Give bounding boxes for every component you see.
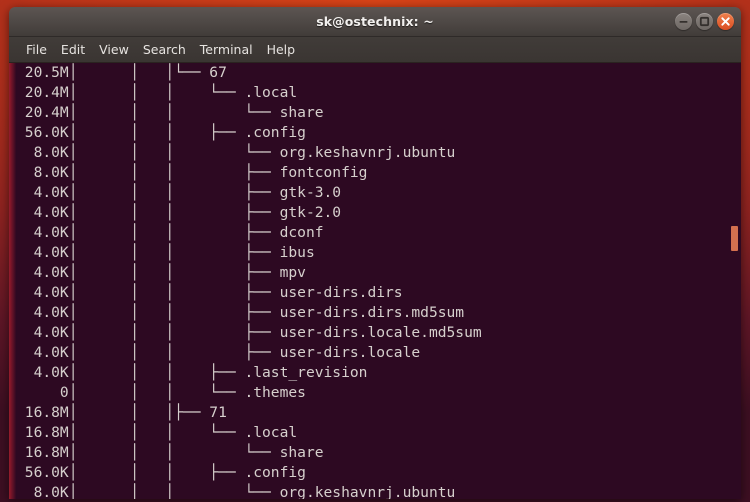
terminal-line: 4.0K│ │ │ ├── .last_revision bbox=[16, 363, 482, 383]
terminal-line: 8.0K│ │ │ ├── fontconfig bbox=[16, 163, 482, 183]
menu-item-help[interactable]: Help bbox=[260, 40, 303, 59]
terminal-line: 56.0K│ │ │ ├── .config bbox=[16, 463, 482, 483]
terminal-line: 20.4M│ │ │ └── .local bbox=[16, 83, 482, 103]
terminal-scrollbar-thumb[interactable] bbox=[731, 226, 738, 251]
terminal-line: 4.0K│ │ │ ├── ibus bbox=[16, 243, 482, 263]
close-icon bbox=[717, 13, 734, 30]
maximize-icon bbox=[696, 13, 713, 30]
menu-item-search[interactable]: Search bbox=[136, 40, 193, 59]
minimize-button[interactable] bbox=[675, 13, 692, 30]
terminal-line: 4.0K│ │ │ ├── dconf bbox=[16, 223, 482, 243]
menu-item-view[interactable]: View bbox=[92, 40, 136, 59]
minimize-icon bbox=[675, 13, 692, 30]
terminal-line: 16.8M│ │ │├── 71 bbox=[16, 403, 482, 423]
terminal-line: 4.0K│ │ │ ├── user-dirs.dirs bbox=[16, 283, 482, 303]
menu-item-terminal[interactable]: Terminal bbox=[193, 40, 260, 59]
terminal-line: 4.0K│ │ │ ├── user-dirs.locale.md5sum bbox=[16, 323, 482, 343]
terminal-output: 20.5M│ │ │└── 67 20.4M│ │ │ └── .local 2… bbox=[9, 63, 482, 499]
terminal-line: 4.0K│ │ │ ├── mpv bbox=[16, 263, 482, 283]
window-title: sk@ostechnix: ~ bbox=[9, 7, 741, 36]
terminal-line: 4.0K│ │ │ ├── gtk-3.0 bbox=[16, 183, 482, 203]
terminal-window: sk@ostechnix: ~ File Edit View Sear bbox=[9, 7, 741, 499]
window-controls bbox=[675, 13, 734, 30]
terminal-line: 4.0K│ │ │ ├── user-dirs.dirs.md5sum bbox=[16, 303, 482, 323]
close-button[interactable] bbox=[717, 13, 734, 30]
maximize-button[interactable] bbox=[696, 13, 713, 30]
terminal-line: 8.0K│ │ │ └── org.keshavnrj.ubuntu bbox=[16, 143, 482, 163]
terminal-line: 16.8M│ │ │ └── share bbox=[16, 443, 482, 463]
terminal-line: 20.5M│ │ │└── 67 bbox=[16, 63, 482, 83]
menu-item-file[interactable]: File bbox=[19, 40, 54, 59]
window-titlebar[interactable]: sk@ostechnix: ~ bbox=[9, 7, 741, 37]
terminal-line: 8.0K│ │ │ └── org.keshavnrj.ubuntu bbox=[16, 483, 482, 499]
terminal-line: 4.0K│ │ │ ├── gtk-2.0 bbox=[16, 203, 482, 223]
terminal-screen[interactable]: 20.5M│ │ │└── 67 20.4M│ │ │ └── .local 2… bbox=[9, 63, 741, 499]
terminal-line: 20.4M│ │ │ └── share bbox=[16, 103, 482, 123]
menu-item-edit[interactable]: Edit bbox=[54, 40, 92, 59]
terminal-line: 0│ │ │ └── .themes bbox=[16, 383, 482, 403]
terminal-line: 56.0K│ │ │ ├── .config bbox=[16, 123, 482, 143]
terminal-line: 4.0K│ │ │ ├── user-dirs.locale bbox=[16, 343, 482, 363]
terminal-scrollbar[interactable] bbox=[729, 63, 741, 499]
terminal-line: 16.8M│ │ │ └── .local bbox=[16, 423, 482, 443]
menubar: File Edit View Search Terminal Help bbox=[9, 37, 741, 63]
